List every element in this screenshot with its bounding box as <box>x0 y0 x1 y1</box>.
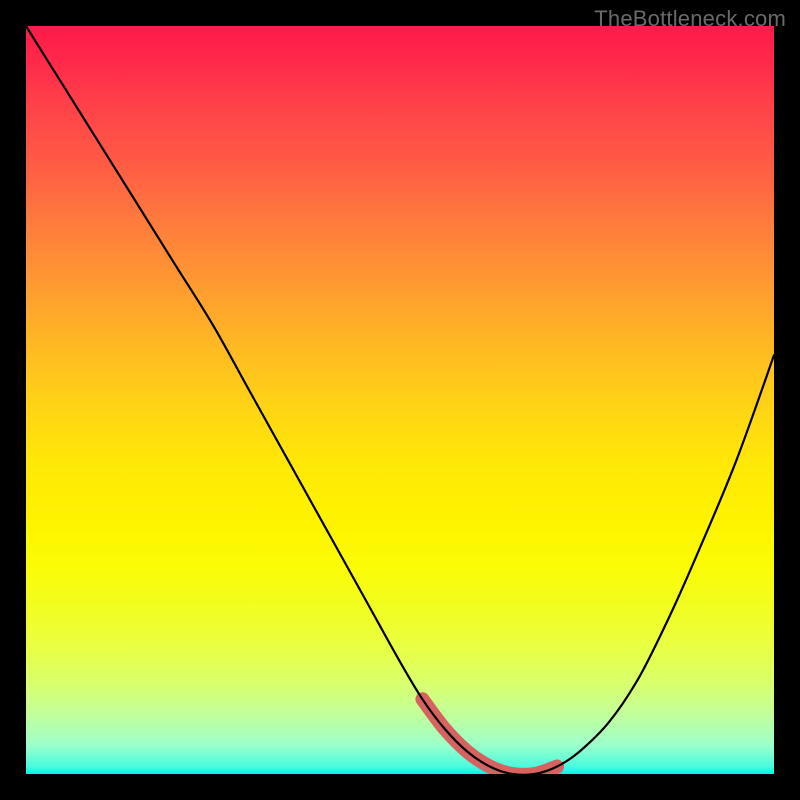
bottleneck-curve-line <box>26 26 774 774</box>
watermark-text: TheBottleneck.com <box>594 6 786 32</box>
chart-svg <box>26 26 774 774</box>
highlight-region-stroke <box>422 699 557 774</box>
chart-plot-area <box>26 26 774 774</box>
